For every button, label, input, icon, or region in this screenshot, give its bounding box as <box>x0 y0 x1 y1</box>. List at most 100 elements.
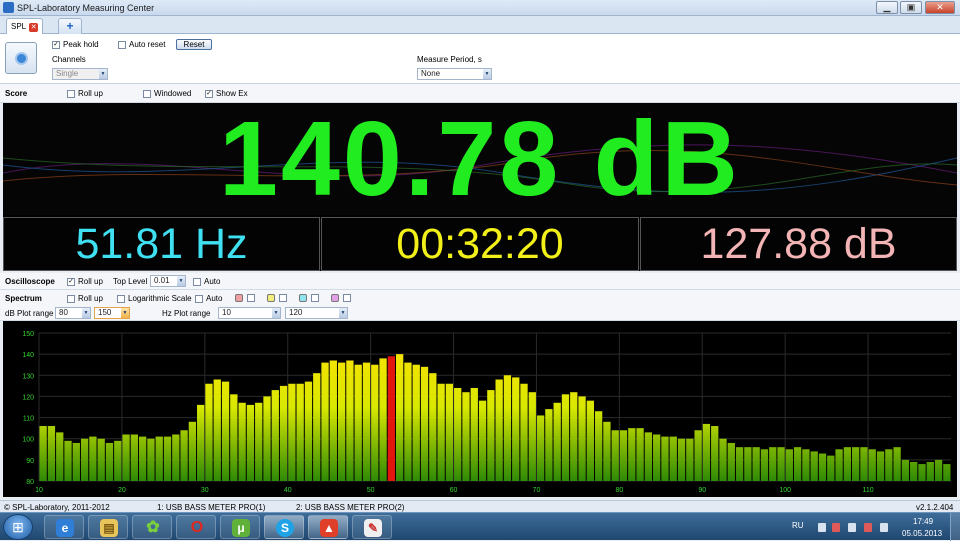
spectrum-bar <box>279 385 288 481</box>
paint-icon[interactable]: ✎ <box>352 515 392 539</box>
spectrum-toolbar: Spectrum Roll up Logarithmic Scale Auto … <box>0 290 960 321</box>
measure-period-select[interactable]: None ▼ <box>417 68 492 80</box>
db-plot-range-label: dB Plot range <box>5 309 54 318</box>
spectrum-bar <box>827 455 835 481</box>
spectrum-bar <box>669 436 677 481</box>
clock-time[interactable]: 17:49 <box>913 517 933 526</box>
ie-icon[interactable]: e <box>44 515 84 539</box>
taskbar: ⊞ e ▤ ✿ O μ S ▲ ✎ RU 17:49 05.05.2013 <box>0 512 960 541</box>
series-swatch-2[interactable] <box>267 294 275 302</box>
windowed-checkbox[interactable]: Windowed <box>143 89 191 98</box>
spectrum-bar <box>711 426 719 481</box>
spectrum-bar <box>321 362 329 481</box>
maximize-button[interactable]: ▣ <box>900 1 922 14</box>
spectrum-bar <box>445 383 454 481</box>
tray-arrow-icon[interactable] <box>818 523 826 532</box>
chevron-down-icon: ▼ <box>177 276 185 286</box>
series-swatch-1[interactable] <box>235 294 243 302</box>
close-button[interactable]: ✕ <box>925 1 955 14</box>
spectrum-bar <box>213 379 221 481</box>
spectrum-bar <box>155 436 163 481</box>
db-max-select[interactable]: 150 ▼ <box>94 307 130 319</box>
log-scale-checkbox[interactable]: Logarithmic Scale <box>117 294 192 303</box>
hz-plot-range-label: Hz Plot range <box>162 309 211 318</box>
spectrum-bar <box>163 436 172 481</box>
oscilloscope-label: Oscilloscope <box>5 277 55 286</box>
spectrum-bar <box>230 394 238 481</box>
spectrum-bar <box>611 430 619 481</box>
spectrum-bar <box>503 375 512 481</box>
skype-icon[interactable]: S <box>264 515 304 539</box>
hz-max-select[interactable]: 120 ▼ <box>285 307 348 319</box>
spl-meter-icon[interactable]: ▲ <box>308 515 348 539</box>
measure-period-label: Measure Period, s <box>417 55 482 64</box>
score-rollup-checkbox[interactable]: Roll up <box>67 89 103 98</box>
start-button[interactable]: ⊞ <box>3 514 33 540</box>
explorer-icon[interactable]: ▤ <box>88 515 128 539</box>
spectrum-auto-checkbox[interactable]: Auto <box>195 294 222 303</box>
utorrent-icon[interactable]: μ <box>220 515 260 539</box>
show-ex-checkbox[interactable]: ✓ Show Ex <box>205 89 248 98</box>
series-checkbox-2[interactable] <box>279 294 287 302</box>
score-toolbar: Score Roll up Windowed ✓ Show Ex <box>0 84 960 103</box>
minimize-button[interactable]: ▁ <box>876 1 898 14</box>
db-min-select[interactable]: 80 ▼ <box>55 307 91 319</box>
series-swatch-3[interactable] <box>299 294 307 302</box>
spectrum-label: Spectrum <box>5 294 42 303</box>
spectrum-rollup-checkbox[interactable]: Roll up <box>67 294 103 303</box>
auto-reset-checkbox[interactable]: Auto reset <box>118 40 165 49</box>
oscilloscope-auto-checkbox[interactable]: Auto <box>193 277 220 286</box>
spectrum-bar <box>885 449 893 481</box>
spectrum-bar <box>56 432 64 481</box>
oscilloscope-rollup-checkbox[interactable]: ✓ Roll up <box>67 277 103 286</box>
y-tick-label: 90 <box>26 458 34 465</box>
hz-min-select[interactable]: 10 ▼ <box>218 307 281 319</box>
spectrum-bar <box>536 415 545 481</box>
frequency-readout: 51.81 Hz <box>3 217 320 271</box>
add-tab-button[interactable]: + <box>58 18 82 34</box>
spectrum-bar <box>271 390 279 481</box>
spectrum-bar <box>520 383 528 481</box>
spectrum-bar <box>114 440 122 481</box>
close-tab-icon[interactable]: ✕ <box>29 23 39 32</box>
icq-icon[interactable]: ✿ <box>132 515 172 539</box>
spectrum-bar <box>802 449 810 481</box>
spectrum-bar <box>354 364 362 481</box>
chevron-down-icon: ▼ <box>82 308 90 318</box>
spectrum-bar <box>412 364 420 481</box>
spectrum-bar <box>619 430 628 481</box>
controls-panel: ✓ Peak hold Auto reset Reset Channels Sin… <box>0 34 960 84</box>
opera-icon[interactable]: O <box>176 515 216 539</box>
reset-button[interactable]: Reset <box>176 39 212 50</box>
spectrum-bar <box>810 451 818 481</box>
spectrum-bar <box>876 451 885 481</box>
spectrum-bar <box>852 447 860 481</box>
spectrum-bar <box>437 383 445 481</box>
y-tick-label: 110 <box>23 416 34 423</box>
record-icon <box>15 52 28 65</box>
spectrum-bar <box>677 438 686 481</box>
tray-volume-icon[interactable] <box>880 523 888 532</box>
series-checkbox-3[interactable] <box>311 294 319 302</box>
spectrum-bar <box>130 434 138 481</box>
spectrum-bar <box>246 404 255 481</box>
top-level-select[interactable]: 0.01 ▼ <box>150 275 186 287</box>
tab-spl[interactable]: SPL ✕ <box>6 18 44 34</box>
series-checkbox-1[interactable] <box>247 294 255 302</box>
series-swatch-4[interactable] <box>331 294 339 302</box>
spectrum-bar <box>64 440 72 481</box>
tray-network-icon[interactable] <box>864 523 872 532</box>
spectrum-bar <box>429 373 437 481</box>
language-indicator[interactable]: RU <box>792 521 804 530</box>
tray-flag-icon[interactable] <box>832 523 840 532</box>
peak-hold-checkbox[interactable]: ✓ Peak hold <box>52 40 99 49</box>
clock-date[interactable]: 05.05.2013 <box>902 529 942 538</box>
series-checkbox-4[interactable] <box>343 294 351 302</box>
tray-battery-icon[interactable] <box>848 523 856 532</box>
show-desktop-button[interactable] <box>950 513 960 541</box>
x-tick-label: 70 <box>533 487 541 494</box>
start-measure-button[interactable] <box>5 42 37 74</box>
copyright-text: © SPL-Laboratory, 2011-2012 <box>4 503 110 512</box>
channels-select[interactable]: Single ▼ <box>52 68 108 80</box>
spectrum-bar <box>462 392 470 481</box>
